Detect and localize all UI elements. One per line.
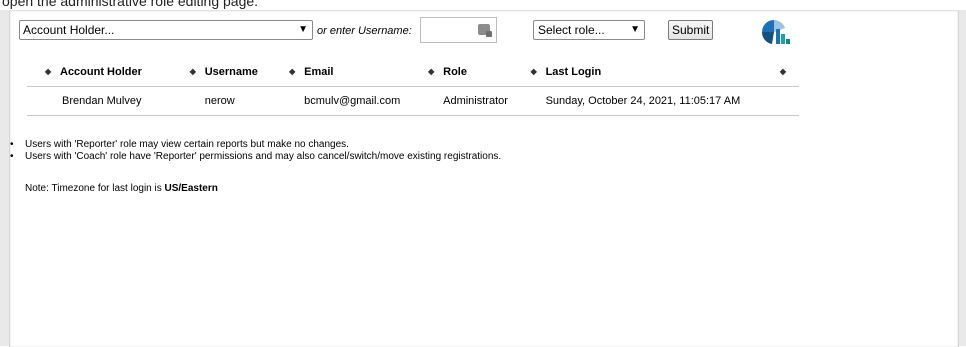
column-header-username[interactable]: ◆ Username (189, 58, 290, 87)
column-header-account-holder[interactable]: ◆ Account Holder (27, 58, 190, 87)
frame-right-border (958, 10, 966, 346)
table-header-row: ◆ Account Holder ◆ Username ◆ Email ◆ Role ◆… (27, 58, 799, 87)
cell-username: nerow (189, 86, 290, 116)
account-holder-select[interactable]: Account Holder... ▼ (19, 20, 313, 40)
timezone-note: Note: Timezone for last login is US/East… (25, 183, 218, 194)
timezone-value: US/Eastern (164, 183, 218, 194)
table-row[interactable]: Brendan Mulvey nerow bcmulv@gmail.com Ad… (27, 86, 799, 116)
sort-icon[interactable]: ◆ (778, 67, 786, 76)
role-select[interactable]: Select role... ▼ (533, 20, 645, 40)
column-header-role[interactable]: ◆ Role (428, 58, 531, 87)
list-item: Users with 'Coach' role have 'Reporter' … (10, 151, 501, 163)
sort-icon[interactable]: ◆ (531, 67, 539, 76)
account-holder-select-value: Account Holder... (23, 23, 115, 37)
role-select-value: Select role... (538, 23, 605, 37)
logo-dark-segment (761, 32, 774, 44)
instruction-caption-text: open the administrative role editing pag… (2, 0, 259, 9)
cell-role: Administrator (428, 86, 531, 116)
column-header-last-login[interactable]: ◆ Last Login (530, 58, 778, 87)
column-header-email[interactable]: ◆ Email (289, 58, 429, 87)
chevron-down-icon: ▼ (298, 24, 308, 35)
frame-left-border (0, 10, 9, 346)
logo-bar-2 (781, 34, 785, 44)
cell-email: bcmulv@gmail.com (289, 86, 429, 116)
or-username-label: or enter Username: (317, 25, 412, 37)
cell-account-holder: Brendan Mulvey (27, 86, 190, 116)
submit-button[interactable]: Submit (668, 20, 714, 40)
timezone-note-prefix: Note: Timezone for last login is (25, 183, 165, 194)
users-table: ◆ Account Holder ◆ Username ◆ Email ◆ Role ◆… (27, 58, 799, 116)
instruction-caption: open the administrative role editing pag… (0, 0, 966, 10)
chevron-down-icon: ▼ (630, 24, 640, 35)
list-item: Users with 'Reporter' role may view cert… (10, 139, 501, 151)
sort-icon[interactable]: ◆ (289, 67, 297, 76)
brand-logo (761, 20, 790, 44)
column-header-extra[interactable]: ◆ (778, 58, 799, 87)
keyboard-icon[interactable] (478, 24, 492, 37)
role-notes-list: Users with 'Reporter' role may view cert… (10, 139, 501, 163)
logo-blue-segment (762, 20, 774, 32)
logo-bar-1 (776, 29, 780, 44)
cell-last-login: Sunday, October 24, 2021, 11:05:17 AM (530, 86, 778, 116)
cell-extra (778, 86, 799, 116)
username-input[interactable] (420, 17, 497, 43)
logo-bar-3 (786, 39, 790, 44)
sort-icon[interactable]: ◆ (428, 67, 436, 76)
sort-icon[interactable]: ◆ (190, 67, 198, 76)
sort-icon[interactable]: ◆ (45, 67, 53, 76)
